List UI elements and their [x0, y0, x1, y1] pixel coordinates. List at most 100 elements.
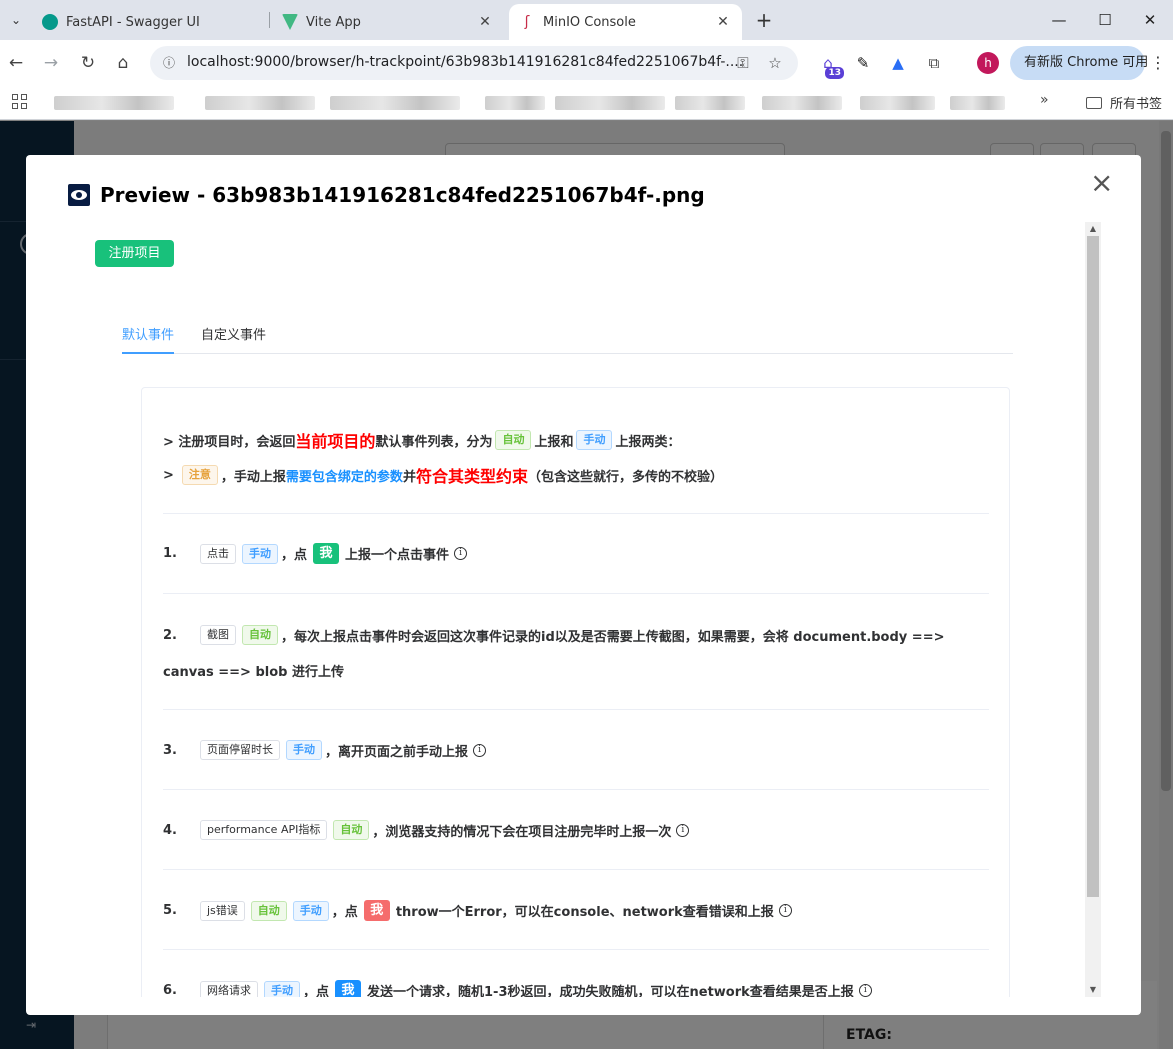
blurred-bookmark[interactable] — [860, 96, 935, 110]
minio-favicon-icon: ʃ — [524, 14, 530, 30]
modal-scrollbar[interactable]: ▲ ▼ — [1085, 222, 1101, 997]
item-text: canvas ==> blob 进行上传 — [163, 665, 344, 680]
tab-fastapi[interactable]: FastAPI - Swagger UI — [32, 4, 268, 40]
tab-default-events[interactable]: 默认事件 — [122, 324, 174, 343]
all-bookmarks-folder[interactable]: 所有书签 — [1086, 93, 1162, 112]
item-text: ，点 — [303, 985, 330, 997]
intro-text: 并 — [402, 469, 416, 485]
section-divider — [163, 869, 989, 870]
triangle-extension-icon[interactable]: ▲ — [886, 51, 910, 75]
puzzle-extensions-icon[interactable]: ⧉ — [922, 51, 946, 75]
all-bookmarks-label: 所有书签 — [1110, 97, 1163, 112]
intro-highlight: 符合其类型约束 — [415, 467, 528, 486]
vite-favicon-icon — [282, 14, 298, 30]
preview-modal: Preview - 63b983b141916281c84fed2251067b… — [26, 155, 1141, 1015]
auto-tag: 自动 — [495, 430, 532, 450]
item-text: ，点 — [281, 548, 308, 563]
site-info-icon[interactable]: ⓘ — [158, 52, 180, 74]
active-tab-indicator — [122, 352, 174, 354]
trigger-error-button[interactable]: 我 — [363, 900, 390, 921]
blurred-bookmark[interactable] — [675, 96, 745, 110]
extension-home-icon[interactable]: ⌂ 13 — [816, 51, 844, 79]
info-icon[interactable]: i — [676, 823, 690, 837]
manual-tag: 手动 — [292, 900, 329, 921]
blurred-bookmark[interactable] — [555, 96, 665, 110]
extension-badge: 13 — [825, 67, 844, 79]
chrome-update-button[interactable]: 有新版 Chrome 可用 — [1010, 46, 1148, 80]
tab-vite[interactable]: Vite App ✕ — [272, 4, 504, 40]
intro-text: > — [163, 467, 174, 483]
info-icon[interactable]: i — [778, 904, 792, 917]
forward-arrow-icon[interactable]: → — [38, 50, 64, 76]
auto-tag: 自动 — [242, 625, 278, 645]
close-tab-icon[interactable]: ✕ — [476, 14, 494, 30]
info-icon[interactable]: i — [858, 984, 872, 997]
scroll-up-arrow-icon[interactable]: ▲ — [1085, 222, 1101, 236]
info-icon[interactable]: i — [473, 743, 487, 757]
url-text[interactable]: localhost:9000/browser/h-trackpoint/63b9… — [187, 54, 743, 70]
blurred-bookmark[interactable] — [762, 96, 842, 110]
event-type-tag: 截图 — [200, 625, 236, 645]
maximize-icon[interactable]: ☐ — [1082, 6, 1128, 34]
preview-eye-icon — [68, 184, 90, 206]
window-close-icon[interactable]: ✕ — [1127, 6, 1173, 34]
home-icon[interactable]: ⌂ — [110, 50, 136, 76]
tab-search-chevron-icon[interactable]: ⌄ — [4, 8, 28, 32]
eyedropper-icon[interactable]: ✎ — [851, 51, 875, 75]
blurred-bookmark[interactable] — [330, 96, 460, 110]
event-type-tag: js错误 — [200, 900, 245, 921]
tab-title: FastAPI - Swagger UI — [66, 14, 200, 30]
item-text: ，每次上报点击事件时会返回这次事件记录的id以及是否需要上传截图，如果需要，会将… — [281, 629, 945, 645]
event-item-screenshot: 2. 截图 自动 ，每次上报点击事件时会返回这次事件记录的id以及是否需要上传截… — [163, 625, 944, 645]
address-bar[interactable]: ⓘ localhost:9000/browser/h-trackpoint/63… — [150, 46, 798, 80]
modal-scrollbar-thumb[interactable] — [1087, 236, 1099, 897]
event-type-tag: 网络请求 — [200, 980, 258, 997]
manual-tag: 手动 — [286, 740, 322, 760]
close-modal-icon[interactable]: × — [1090, 169, 1113, 197]
close-tab-icon[interactable]: ✕ — [714, 14, 732, 30]
item-text: 发送一个请求，随机1-3秒返回，成功失败随机，可以在network查看结果是否上… — [367, 985, 854, 997]
tab-minio[interactable]: ʃ MinIO Console ✕ — [509, 4, 742, 40]
event-item-performance: 4. performance API指标 自动 ，浏览器支持的情况下会在项目注册… — [163, 820, 690, 840]
blurred-bookmark[interactable] — [54, 96, 174, 110]
item-text: throw一个Error，可以在console、network查看错误和上报 — [395, 905, 774, 920]
manual-tag: 手动 — [242, 543, 278, 564]
browser-menu-icon[interactable]: ⋮ — [1150, 52, 1166, 74]
intro-text: 上报和 — [534, 434, 574, 450]
item-number: 2. — [163, 627, 177, 643]
back-arrow-icon[interactable]: ← — [3, 50, 29, 76]
more-bookmarks-chevron-icon[interactable]: » — [1040, 92, 1049, 108]
scroll-down-arrow-icon[interactable]: ▼ — [1085, 983, 1101, 997]
warning-tag: 注意 — [181, 465, 218, 485]
intro-line-1: > 注册项目时，会返回 当前项目的 默认事件列表，分为 自动 上报和 手动 上报… — [163, 428, 680, 452]
auto-tag: 自动 — [333, 820, 370, 840]
folder-icon — [1086, 96, 1102, 109]
blurred-bookmark[interactable] — [950, 96, 1005, 110]
blurred-bookmark[interactable] — [485, 96, 545, 110]
password-key-icon[interactable]: ⚿ — [733, 53, 753, 73]
item-number: 1. — [163, 546, 177, 561]
register-project-button[interactable]: 注册项目 — [95, 240, 174, 267]
apps-grid-icon[interactable] — [12, 94, 28, 110]
reload-icon[interactable]: ↻ — [75, 50, 101, 76]
tab-title: Vite App — [306, 14, 361, 30]
intro-text: > 注册项目时，会返回 — [163, 434, 296, 450]
browser-toolbar: ← → ↻ ⌂ ⓘ localhost:9000/browser/h-track… — [0, 40, 1173, 86]
bookmark-star-icon[interactable]: ☆ — [765, 53, 785, 73]
intro-text: 上报两类： — [615, 434, 681, 450]
blurred-bookmark[interactable] — [205, 96, 315, 110]
tab-custom-events[interactable]: 自定义事件 — [201, 324, 266, 343]
info-icon[interactable]: i — [454, 547, 468, 560]
item-number: 4. — [163, 822, 177, 838]
section-divider — [163, 789, 989, 790]
preview-content: 注册项目 默认事件 自定义事件 > 注册项目时，会返回 当前项目的 默认事件列表… — [68, 222, 1083, 997]
trigger-click-button[interactable]: 我 — [313, 543, 340, 564]
new-tab-plus-icon[interactable]: + — [752, 8, 776, 32]
event-item-js-error: 5. js错误 自动 手动 ，点 我 throw一个Error，可以在conso… — [163, 900, 792, 921]
profile-avatar[interactable]: h — [977, 52, 999, 74]
event-item-screenshot-cont: canvas ==> blob 进行上传 — [163, 661, 344, 680]
manual-tag: 手动 — [576, 430, 613, 450]
minimize-icon[interactable]: — — [1036, 6, 1082, 34]
intro-blue-text: 需要包含绑定的参数 — [285, 469, 403, 485]
trigger-request-button[interactable]: 我 — [335, 980, 362, 997]
